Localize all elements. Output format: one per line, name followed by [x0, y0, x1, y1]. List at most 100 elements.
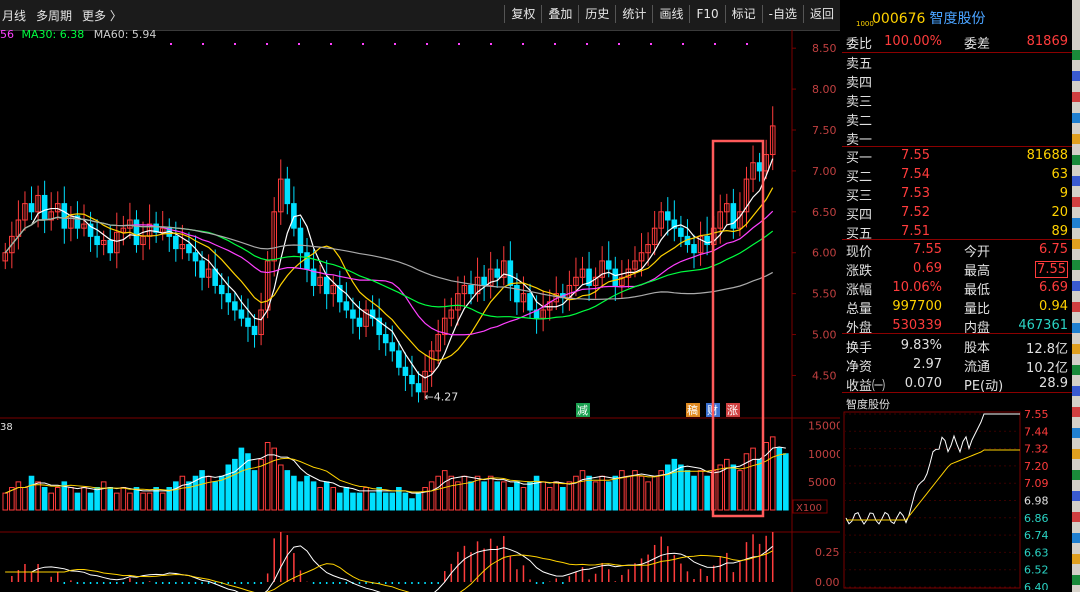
candle: [232, 301, 238, 311]
volume-bar: [592, 481, 599, 511]
stock-code: 000676: [872, 11, 926, 27]
volume-bar: [87, 492, 94, 511]
volume-bar: [271, 447, 278, 511]
side-tool-icon[interactable]: [1072, 176, 1080, 186]
side-tool-icon[interactable]: [1072, 302, 1080, 312]
volume-bar: [586, 475, 592, 511]
sell-label: 卖三: [846, 95, 873, 110]
volume-bar: [573, 475, 579, 511]
signal-dot: [202, 43, 204, 45]
kline-chart[interactable]: 8.50 8.00 7.50 7.00 6.50 6.00 5.50 5.00 4.50 ←4.2…: [0, 0, 840, 592]
candle: [218, 284, 225, 295]
side-tool-icon[interactable]: [1072, 134, 1080, 144]
intraday-chart[interactable]: 7.55 7.44 7.32 7.20 7.09 6.98 6.86 6.74 6.63 6.52…: [842, 410, 1072, 590]
volume-bar: [330, 487, 337, 511]
event-label: 减: [577, 404, 588, 417]
candle: [186, 244, 192, 254]
volume-bar: [487, 475, 494, 511]
mini-tick: 6.86: [1024, 512, 1049, 525]
side-tool-icon[interactable]: [1072, 428, 1080, 438]
side-tool-icon[interactable]: [1072, 491, 1080, 501]
macd-dif: [5, 545, 774, 592]
side-tool-icon[interactable]: [1072, 113, 1080, 123]
candle: [356, 317, 363, 327]
buy-row: 买三 7.53 9: [846, 184, 1070, 204]
volume-bar: [737, 470, 743, 511]
side-tool-icon[interactable]: [1072, 470, 1080, 480]
volume-bar: [107, 487, 114, 511]
buy-label: 买四: [846, 208, 873, 223]
side-tool-icon[interactable]: [1072, 365, 1080, 375]
signal-dot: [650, 43, 652, 45]
volume-bar: [310, 481, 317, 511]
volume-bar: [632, 470, 638, 511]
side-tool-icon[interactable]: [1072, 218, 1080, 228]
candle: [612, 268, 619, 286]
signal-dot: [554, 43, 556, 45]
volume-tick: 10000: [808, 448, 840, 461]
side-tool-icon[interactable]: [1072, 344, 1080, 354]
candle: [173, 235, 179, 250]
candle: [133, 219, 140, 246]
side-tool-icon[interactable]: [1072, 533, 1080, 543]
volume-bar: [750, 447, 756, 511]
volume-bar: [15, 481, 22, 511]
volume-bar: [35, 481, 41, 511]
side-tool-icon[interactable]: [1072, 449, 1080, 459]
mini-tick: 7.55: [1024, 410, 1049, 421]
stat-label-2: 今开: [964, 245, 991, 260]
side-tool-icon[interactable]: [1072, 260, 1080, 270]
volume-bar: [343, 487, 350, 511]
volume-bar: [140, 492, 146, 511]
stock-header[interactable]: 000676 智度股份: [872, 8, 985, 28]
volume-bar: [481, 481, 487, 511]
sell-row: 卖五: [846, 52, 1070, 72]
volume-bar: [651, 475, 658, 511]
volume-bar: [619, 470, 625, 511]
sell-row: 卖二: [846, 109, 1070, 129]
volume-bar: [389, 492, 396, 511]
volume-bar: [284, 470, 291, 511]
side-tool-icon[interactable]: [1072, 512, 1080, 522]
candle: [605, 260, 612, 270]
buy-price: 7.53: [901, 186, 930, 201]
stat-label: 涨跌: [846, 264, 873, 279]
stat-value: 0.070: [904, 376, 942, 391]
side-tool-icon[interactable]: [1072, 50, 1080, 60]
volume-bar: [579, 470, 586, 511]
volume-bar: [81, 487, 87, 511]
buy-price: 7.51: [901, 224, 930, 239]
signal-dot: [170, 43, 172, 45]
volume-bar: [468, 481, 474, 511]
stat-row: 换手 9.83% 股本 12.8亿: [846, 336, 1070, 357]
signal-dot: [714, 43, 716, 45]
side-tool-icon[interactable]: [1072, 407, 1080, 417]
side-tool-icon[interactable]: [1072, 386, 1080, 396]
y-tick-label: 6.00: [812, 247, 837, 260]
stat-value: 7.55: [913, 242, 942, 257]
candle: [94, 235, 100, 246]
candle: [494, 268, 501, 278]
volume-bar: [146, 492, 153, 511]
signal-dot: [490, 43, 492, 45]
side-tool-icon[interactable]: [1072, 575, 1080, 585]
volume-tick: 5000: [808, 476, 836, 489]
side-tool-icon[interactable]: [1072, 155, 1080, 165]
volume-bar: [41, 487, 48, 511]
candle: [415, 383, 422, 393]
event-label: 涨: [727, 404, 738, 417]
side-tool-icon[interactable]: [1072, 281, 1080, 291]
side-tool-icon[interactable]: [1072, 197, 1080, 207]
y-tick-label: 7.00: [812, 165, 837, 178]
candle: [245, 317, 251, 327]
side-toolbar: [1072, 0, 1080, 592]
volume-bar: [441, 470, 448, 511]
side-tool-icon[interactable]: [1072, 323, 1080, 333]
side-tool-icon[interactable]: [1072, 71, 1080, 81]
mini-tick: 7.44: [1024, 425, 1049, 438]
side-tool-icon[interactable]: [1072, 239, 1080, 249]
side-tool-icon[interactable]: [1072, 554, 1080, 564]
candle: [343, 301, 350, 311]
volume-bar: [120, 487, 127, 511]
side-tool-icon[interactable]: [1072, 92, 1080, 102]
